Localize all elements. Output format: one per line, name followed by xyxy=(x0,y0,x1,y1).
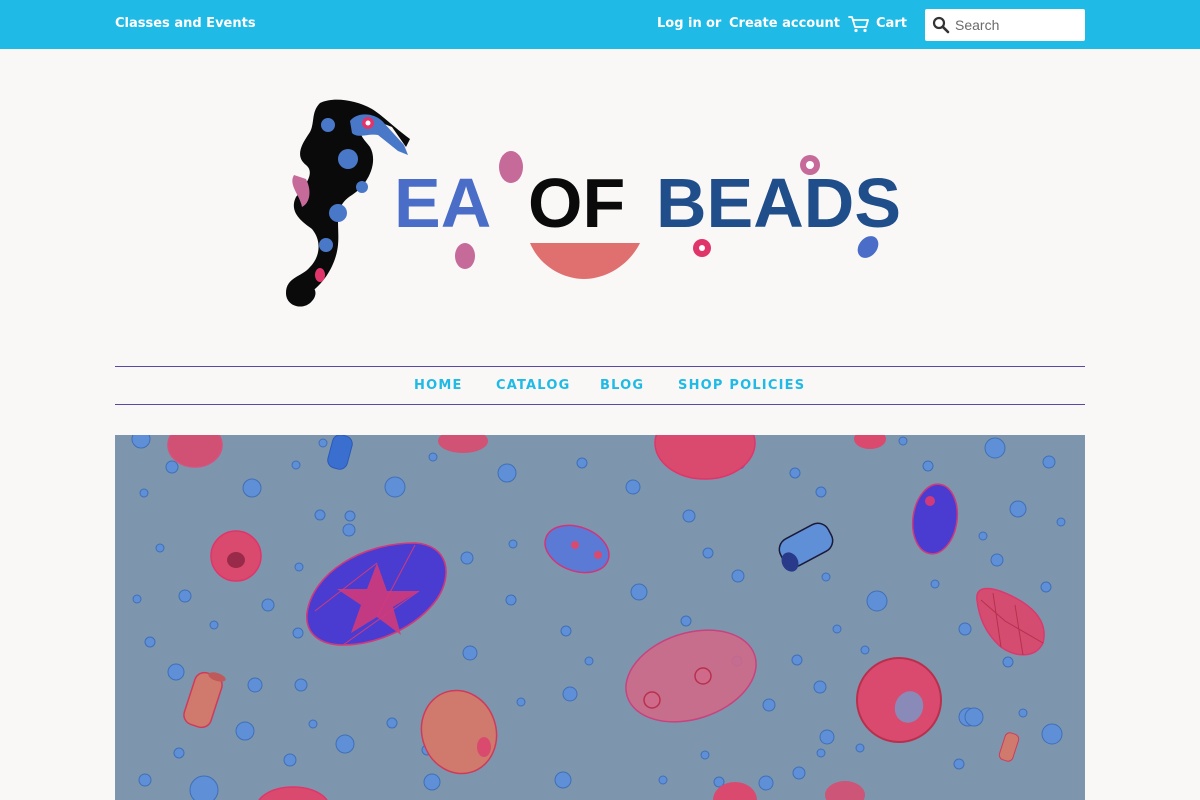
search-box[interactable] xyxy=(925,9,1085,41)
svg-text:OF: OF xyxy=(528,164,625,242)
search-icon[interactable] xyxy=(932,16,950,34)
cart-icon[interactable] xyxy=(848,15,870,33)
search-input[interactable] xyxy=(955,13,1079,37)
nav-item-shop-policies[interactable]: SHOP POLICIES xyxy=(678,378,805,393)
main-nav: HOME CATALOG BLOG SHOP POLICIES xyxy=(115,366,1085,405)
login-link[interactable]: Log in xyxy=(657,16,702,31)
logo-title: EA OF BEADS xyxy=(394,164,901,242)
hero-banner xyxy=(115,435,1085,800)
classes-and-events-link[interactable]: Classes and Events xyxy=(115,16,256,31)
cart-link[interactable]: Cart xyxy=(876,16,907,31)
or-text: or xyxy=(706,16,722,31)
create-account-link[interactable]: Create account xyxy=(729,16,840,31)
svg-text:EA: EA xyxy=(394,164,491,242)
nav-item-blog[interactable]: BLOG xyxy=(600,378,644,393)
top-bar: Classes and Events Log in or Create acco… xyxy=(0,0,1200,49)
site-logo[interactable]: EA OF BEADS xyxy=(282,95,932,315)
nav-item-catalog[interactable]: CATALOG xyxy=(496,378,570,393)
seahorse-icon xyxy=(286,99,410,307)
beads xyxy=(167,435,1045,800)
hero-bead-illustration xyxy=(131,435,1066,800)
svg-text:BEADS: BEADS xyxy=(656,164,901,242)
nav-item-home[interactable]: HOME xyxy=(414,378,463,393)
